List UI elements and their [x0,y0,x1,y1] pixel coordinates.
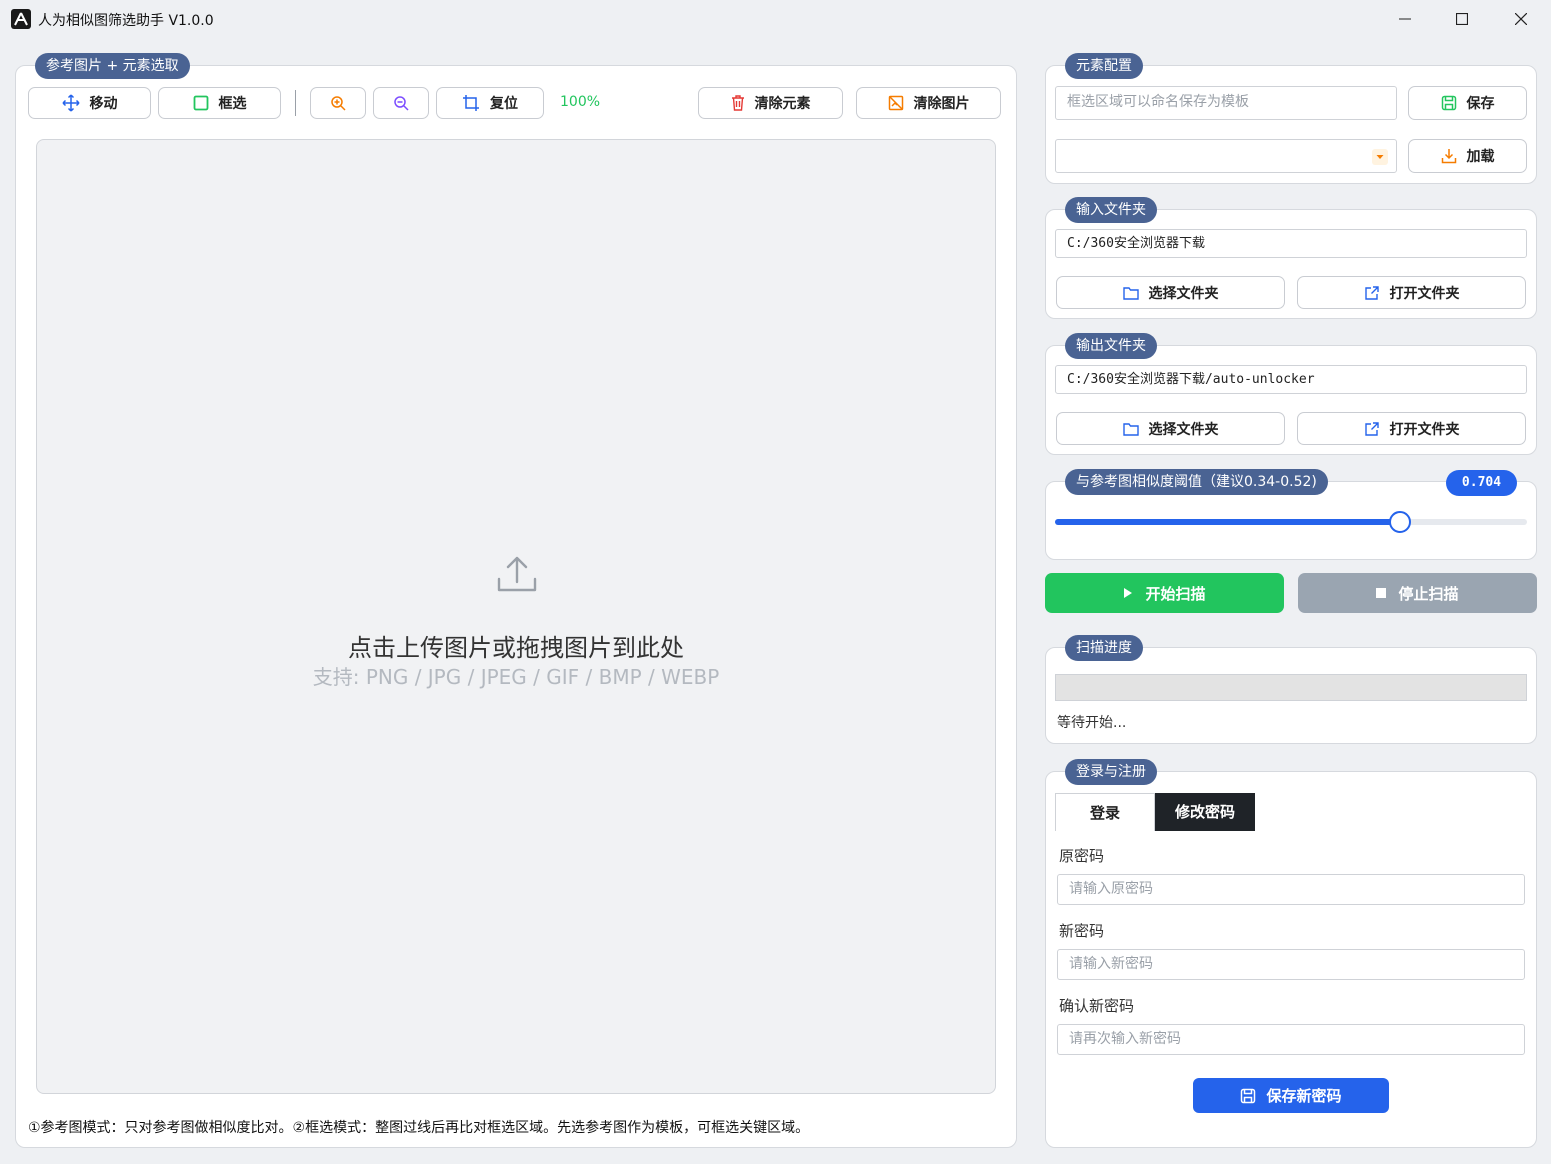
reset-button[interactable]: 复位 [436,87,544,119]
close-button[interactable] [1492,0,1550,37]
old-password-label: 原密码 [1059,847,1105,865]
stop-scan-button[interactable]: 停止扫描 [1298,573,1537,613]
input-open-folder-button[interactable]: 打开文件夹 [1297,276,1526,309]
zoom-level: 100% [560,94,601,110]
input-open-folder-label: 打开文件夹 [1389,285,1460,302]
save-template-label: 保存 [1466,96,1495,112]
folder-icon [1122,422,1139,436]
title-bar: 人为相似图筛选助手 V1.0.0 [0,0,1551,37]
threshold-slider-thumb[interactable] [1388,511,1411,533]
image-remove-icon [888,95,903,111]
confirm-password-label: 确认新密码 [1059,997,1135,1015]
input-choose-folder-label: 选择文件夹 [1148,285,1219,302]
image-drop-zone[interactable]: 点击上传图片或拖拽图片到此处 支持: PNG / JPG / JPEG / GI… [36,139,996,1094]
load-template-label: 加载 [1466,149,1495,165]
template-name-input[interactable]: 框选区域可以命名保存为模板 [1055,86,1397,120]
template-select[interactable] [1055,139,1397,173]
input-folder-path[interactable]: C:/360安全浏览器下载 [1055,229,1527,258]
save-template-button[interactable]: 保存 [1408,86,1527,120]
folder-icon [1122,286,1139,300]
toolbar-divider [295,90,296,116]
scan-status-text: 等待开始... [1057,715,1127,731]
minimize-button[interactable] [1376,0,1434,37]
threshold-label: 与参考图相似度阈值（建议0.34-0.52) [1065,469,1328,495]
output-choose-folder-button[interactable]: 选择文件夹 [1056,412,1285,445]
chevron-down-icon [1372,149,1388,165]
stop-scan-label: 停止扫描 [1398,584,1459,603]
open-external-icon [1364,285,1379,300]
save-new-password-button[interactable]: 保存新密码 [1193,1078,1389,1113]
element-config-label: 元素配置 [1065,53,1143,79]
move-button[interactable]: 移动 [28,87,151,119]
new-password-input[interactable]: 请输入新密码 [1057,949,1525,980]
clear-image-label: 清除图片 [913,96,970,112]
input-folder-label: 输入文件夹 [1065,197,1157,223]
reset-label: 复位 [490,96,518,112]
select-square-icon [193,95,208,111]
zoom-out-button[interactable] [373,87,429,119]
scan-progress-bar [1055,674,1527,701]
output-folder-label: 输出文件夹 [1065,333,1157,359]
app-logo-icon [11,9,31,29]
crop-reset-icon [463,95,479,111]
account-label: 登录与注册 [1065,759,1157,785]
drop-zone-title: 点击上传图片或拖拽图片到此处 [348,634,684,662]
save-new-password-label: 保存新密码 [1266,1087,1342,1105]
maximize-button[interactable] [1433,0,1491,37]
output-choose-folder-label: 选择文件夹 [1148,421,1219,438]
minimize-icon [1399,18,1411,19]
close-icon [1515,12,1527,25]
input-choose-folder-button[interactable]: 选择文件夹 [1056,276,1285,309]
clear-image-button[interactable]: 清除图片 [856,87,1001,119]
threshold-slider[interactable] [1055,511,1527,533]
output-folder-path[interactable]: C:/360安全浏览器下载/auto-unlocker [1055,365,1527,394]
zoom-in-button[interactable] [310,87,366,119]
tab-login[interactable]: 登录 [1055,793,1155,831]
reference-panel-label: 参考图片 + 元素选取 [35,53,190,79]
old-password-input[interactable]: 请输入原密码 [1057,874,1525,905]
save-icon [1441,95,1456,111]
start-scan-label: 开始扫描 [1145,584,1206,603]
drop-zone-formats: 支持: PNG / JPG / JPEG / GIF / BMP / WEBP [312,665,720,689]
clear-elements-button[interactable]: 清除元素 [698,87,843,119]
zoom-out-icon [394,96,409,111]
threshold-slider-fill [1055,519,1400,525]
tab-change-password[interactable]: 修改密码 [1155,793,1255,831]
download-icon [1441,149,1456,164]
stop-icon [1376,588,1387,598]
output-open-folder-label: 打开文件夹 [1389,421,1460,438]
load-template-button[interactable]: 加载 [1408,139,1527,173]
output-open-folder-button[interactable]: 打开文件夹 [1297,412,1526,445]
mode-help-note: ①参考图模式：只对参考图做相似度比对。②框选模式：整图过线后再比对框选区域。先选… [28,1120,810,1136]
play-icon [1124,588,1133,598]
upload-icon [497,556,537,592]
clear-elements-label: 清除元素 [754,96,811,112]
select-button[interactable]: 框选 [158,87,281,119]
progress-label: 扫描进度 [1065,635,1143,661]
threshold-value-badge: 0.704 [1446,470,1517,496]
select-label: 框选 [218,96,247,112]
new-password-label: 新密码 [1059,922,1105,940]
confirm-password-input[interactable]: 请再次输入新密码 [1057,1024,1525,1055]
save-icon [1241,1088,1256,1103]
move-label: 移动 [89,96,118,112]
start-scan-button[interactable]: 开始扫描 [1045,573,1284,613]
trash-icon [731,95,744,111]
open-external-icon [1364,421,1379,436]
maximize-icon [1456,12,1468,25]
window-title: 人为相似图筛选助手 V1.0.0 [38,13,214,29]
move-icon [61,94,80,112]
zoom-in-icon [331,96,346,111]
